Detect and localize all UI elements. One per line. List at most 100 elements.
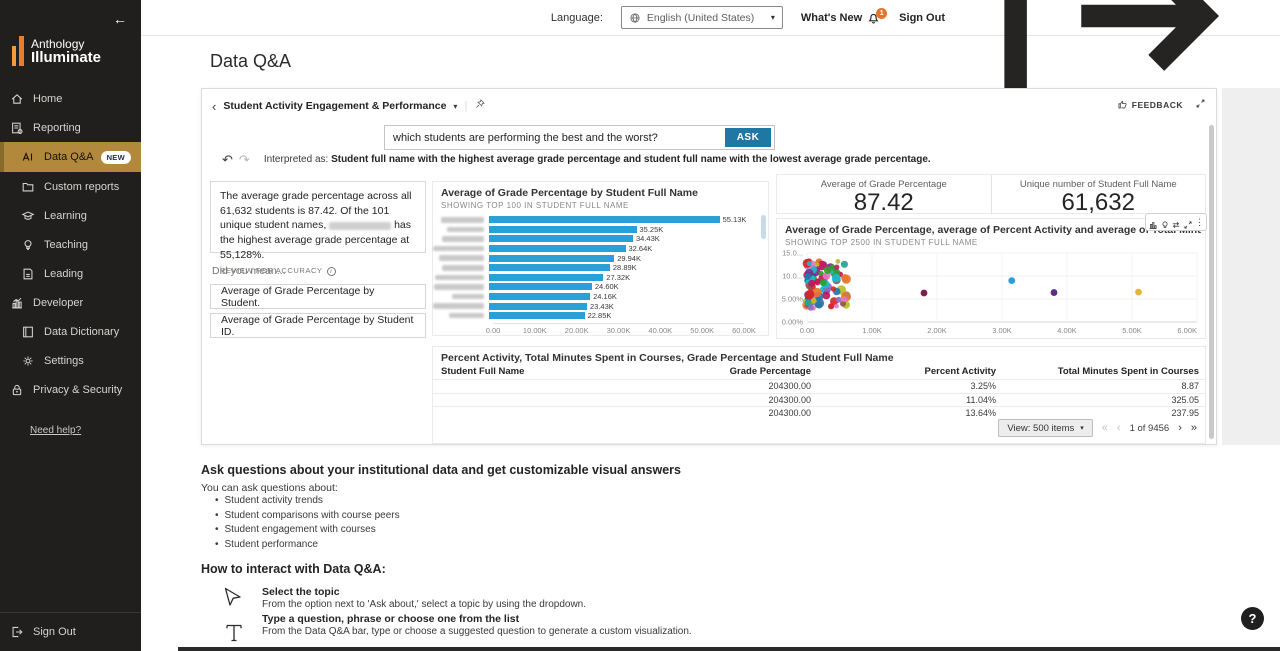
question-input[interactable] — [385, 132, 725, 144]
bar-row[interactable]: 34.43K — [433, 234, 768, 244]
sign-out-icon — [10, 625, 24, 639]
bar-chart-scrollbar[interactable] — [761, 215, 766, 239]
table-column-header[interactable]: Student Full Name — [441, 366, 661, 377]
svg-text:1.00K: 1.00K — [862, 326, 882, 335]
nav-icon — [21, 354, 35, 368]
table-header-row: Student Full NameGrade PercentagePercent… — [433, 364, 1205, 379]
scatter-chart-widget: Average of Grade Percentage, average of … — [776, 218, 1206, 339]
swap-axes-icon[interactable] — [1171, 217, 1181, 227]
table-title: Percent Activity, Total Minutes Spent in… — [441, 352, 894, 364]
undo-icon[interactable]: ↶ — [222, 153, 233, 166]
sidebar-item-privacy-security[interactable]: Privacy & Security — [0, 375, 141, 404]
kpi: Average of Grade Percentage87.42 — [777, 175, 991, 213]
insight-bulb-icon[interactable] — [1160, 217, 1170, 227]
sidebar-item-home[interactable]: Home — [0, 84, 141, 113]
info-icon[interactable]: i — [327, 267, 336, 276]
sidebar-item-learning[interactable]: Learning — [0, 201, 141, 230]
page-count: of 9456 — [1138, 423, 1170, 434]
sidebar-item-data-qa[interactable]: Data Q&A NEW — [0, 142, 141, 172]
topic-dropdown[interactable]: Student Activity Engagement & Performanc… — [223, 100, 446, 112]
x-tick-label: 30.00K — [607, 326, 631, 335]
language-dropdown[interactable]: English (United States) ▾ — [621, 6, 783, 29]
bar — [489, 312, 585, 319]
ask-button[interactable]: ASK — [725, 128, 771, 147]
thumbs-up-icon — [1117, 99, 1128, 112]
table-row[interactable]: 204300.0013.64%237.95 — [433, 406, 1205, 420]
bar-row[interactable]: 35.25K — [433, 225, 768, 235]
sidebar-nav: Home Reporting Data Q&A NEW Custom repor… — [0, 84, 141, 404]
dashboard-scrollbar[interactable] — [1209, 125, 1214, 439]
whats-new-button[interactable]: What's New 1 — [801, 10, 881, 25]
sidebar-sign-out[interactable]: Sign Out — [0, 612, 141, 651]
need-help-link[interactable]: Need help? — [30, 425, 81, 436]
sidebar-item-data-dictionary[interactable]: Data Dictionary — [0, 317, 141, 346]
nav-icon — [21, 325, 35, 339]
topics-bullet-list: •Student activity trends•Student compari… — [215, 495, 400, 553]
back-chevron-icon[interactable]: ‹ — [212, 100, 216, 113]
bar-row[interactable]: 28.89K — [433, 263, 768, 273]
sidebar-item-developer[interactable]: Developer — [0, 288, 141, 317]
sidebar-item-teaching[interactable]: Teaching — [0, 230, 141, 259]
did-you-mean-label: Did you mean... — [212, 265, 286, 277]
bar-value-label: 24.60K — [595, 282, 619, 291]
page-title: Data Q&A — [210, 51, 291, 72]
pin-icon[interactable] — [474, 97, 486, 115]
sidebar-item-settings[interactable]: Settings — [0, 346, 141, 375]
suggestion-item[interactable]: Average of Grade Percentage by Student. — [210, 284, 426, 309]
redacted-category-label — [433, 265, 489, 271]
table-column-header[interactable]: Grade Percentage — [661, 366, 811, 377]
bar-row[interactable]: 32.64K — [433, 244, 768, 254]
bar — [489, 293, 590, 300]
bullet-item: •Student comparisons with course peers — [215, 510, 400, 521]
table-column-header[interactable]: Total Minutes Spent in Courses — [996, 366, 1199, 377]
bar-value-label: 28.89K — [613, 263, 637, 272]
svg-text:0.00: 0.00 — [800, 326, 815, 335]
bar-row[interactable]: 29.94K — [433, 253, 768, 263]
bar-row[interactable]: 22.85K — [433, 311, 768, 321]
feedback-button[interactable]: FEEDBACK — [1117, 99, 1183, 112]
more-options-icon[interactable]: ⋮ — [1195, 218, 1204, 227]
view-items-dropdown[interactable]: View: 500 items ▾ — [998, 419, 1092, 437]
next-page-icon[interactable]: › — [1178, 423, 1182, 434]
sidebar-item-reporting[interactable]: Reporting — [0, 113, 141, 142]
redacted-student-name — [329, 222, 391, 230]
help-button[interactable]: ? — [1241, 607, 1264, 630]
prev-page-icon[interactable]: ‹ — [1117, 423, 1121, 434]
first-page-icon[interactable]: « — [1102, 423, 1108, 434]
table-column-header[interactable]: Percent Activity — [811, 366, 996, 377]
redacted-category-label — [433, 294, 489, 300]
notification-badge: 1 — [876, 8, 887, 19]
x-tick-label: 50.00K — [690, 326, 714, 335]
bar — [489, 303, 587, 310]
kpi-card: Average of Grade Percentage87.42Unique n… — [776, 174, 1206, 214]
x-tick-label: 40.00K — [648, 326, 672, 335]
suggestion-item[interactable]: Average of Grade Percentage by Student I… — [210, 313, 426, 338]
bar-row[interactable]: 23.43K — [433, 301, 768, 311]
sidebar-item-custom-reports[interactable]: Custom reports — [0, 172, 141, 201]
bullet-item: •Student engagement with courses — [215, 524, 400, 535]
chart-type-icon[interactable] — [1148, 217, 1158, 227]
bar-row[interactable]: 24.60K — [433, 282, 768, 292]
sidebar-item-leading[interactable]: Leading — [0, 259, 141, 288]
bar-row[interactable]: 24.16K — [433, 292, 768, 302]
svg-text:15.0...: 15.0... — [782, 249, 803, 258]
redo-icon[interactable]: ↷ — [239, 153, 250, 166]
table-body: 204300.003.25%8.87204300.0011.04%325.052… — [433, 379, 1205, 420]
sidebar: ← Anthology Illuminate Home Reporting Da… — [0, 0, 141, 651]
expand-visual-icon[interactable] — [1183, 217, 1193, 227]
redacted-category-label — [433, 246, 489, 252]
svg-text:6.00K: 6.00K — [1177, 326, 1197, 335]
table-row[interactable]: 204300.003.25%8.87 — [433, 379, 1205, 393]
bar-row[interactable]: 55.13K — [433, 215, 768, 225]
bar-row[interactable]: 27.32K — [433, 273, 768, 283]
bullet-item: •Student performance — [215, 539, 400, 550]
logo-bars-icon — [12, 32, 24, 66]
nav-icon — [21, 180, 35, 194]
nav-icon — [10, 121, 24, 135]
collapse-sidebar-icon[interactable]: ← — [113, 11, 127, 27]
expand-icon[interactable] — [1195, 96, 1206, 114]
step-title: Select the topic — [262, 586, 340, 598]
last-page-icon[interactable]: » — [1191, 423, 1197, 434]
table-row[interactable]: 204300.0011.04%325.05 — [433, 393, 1205, 407]
bar — [489, 235, 633, 242]
